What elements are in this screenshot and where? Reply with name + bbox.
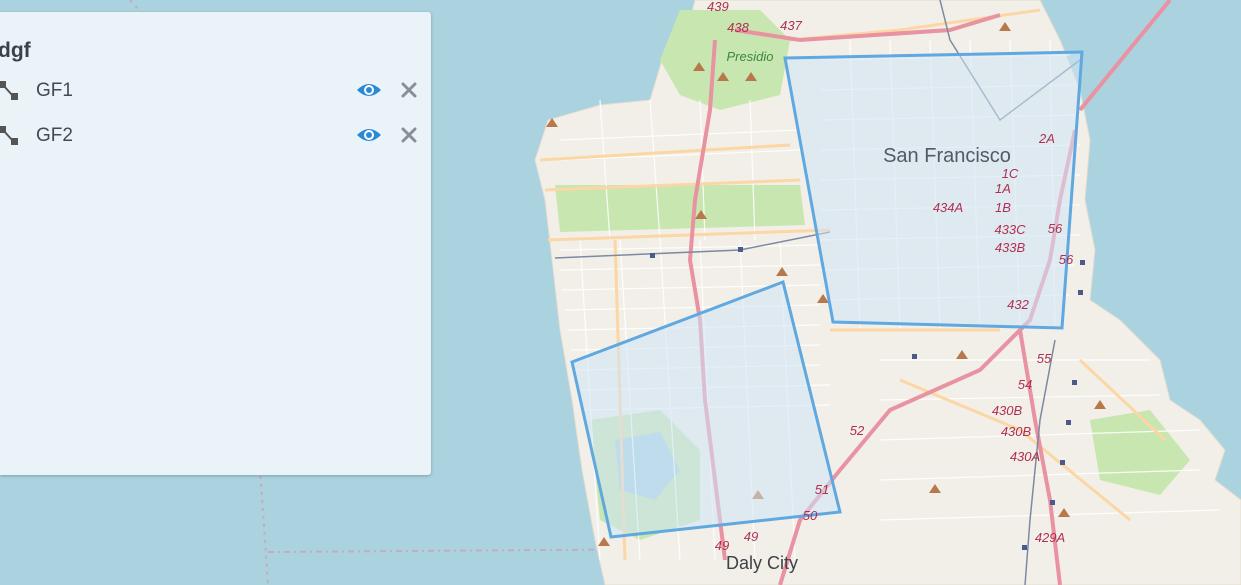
geofence-panel: dgf GF1 GF2 (0, 12, 431, 475)
route-label: 430A (1010, 449, 1040, 464)
route-label: 429A (1035, 530, 1065, 545)
route-label: 56 (1048, 221, 1063, 236)
close-icon[interactable] (398, 124, 420, 146)
geofence-row-gf2[interactable]: GF2 (0, 120, 431, 150)
map-label-san-francisco: San Francisco (883, 145, 1011, 167)
eye-icon[interactable] (355, 124, 383, 146)
panel-title: dgf (0, 39, 31, 62)
route-label: 438 (727, 20, 749, 35)
geofence-name: GF1 (36, 80, 73, 101)
route-label: 56 (1059, 252, 1074, 267)
route-label: 52 (850, 423, 865, 438)
map-label-presidio: Presidio (727, 49, 774, 64)
route-label: 51 (815, 482, 829, 497)
route-label: 1C (1002, 166, 1019, 181)
route-label: 2A (1038, 131, 1055, 146)
park-golden-gate (555, 185, 805, 232)
geofence-name: GF2 (36, 125, 73, 146)
route-label: 439 (707, 0, 729, 14)
route-label: 49 (744, 529, 758, 544)
geofence-row-gf1[interactable]: GF1 (0, 75, 431, 105)
route-label: 49 (715, 538, 729, 553)
route-label: 437 (780, 18, 802, 33)
route-label: 433C (994, 222, 1026, 237)
route-label: 55 (1037, 351, 1052, 366)
close-icon[interactable] (398, 79, 420, 101)
route-label: 1B (995, 200, 1011, 215)
route-label: 430B (992, 403, 1023, 418)
polygon-icon (0, 125, 20, 147)
route-label: 434A (933, 200, 963, 215)
route-label: 432 (1007, 297, 1029, 312)
route-label: 433B (995, 240, 1026, 255)
geofence-polygon-gf1[interactable] (783, 50, 1084, 330)
polygon-icon (0, 80, 20, 102)
route-label: 430B (1001, 424, 1032, 439)
map-label-daly-city: Daly City (726, 553, 798, 573)
route-label: 1A (995, 181, 1011, 196)
route-label: 54 (1018, 377, 1032, 392)
route-label: 50 (803, 508, 818, 523)
eye-icon[interactable] (355, 79, 383, 101)
